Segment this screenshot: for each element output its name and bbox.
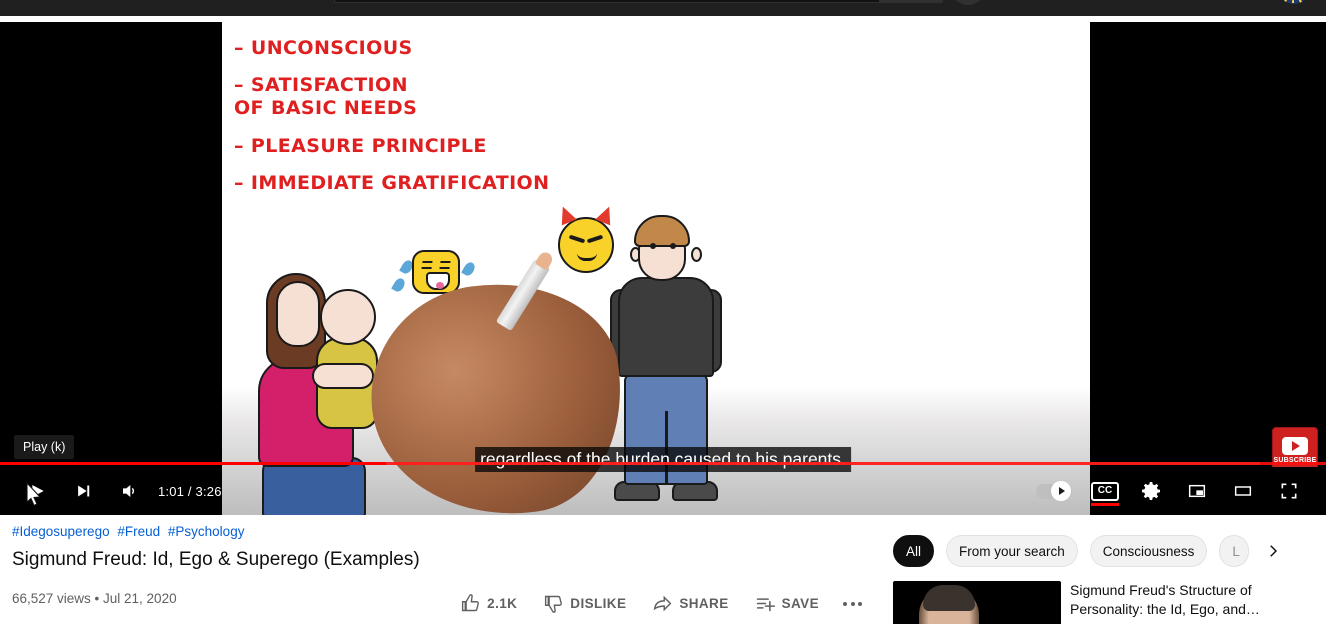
control-bar-left: Play (k) 1:01 / 3:26 <box>14 435 234 515</box>
voice-search-button[interactable] <box>951 0 986 5</box>
control-bar-right: CC <box>1036 467 1312 515</box>
time-display: 1:01 / 3:26 <box>158 483 222 499</box>
devil-emoji-icon <box>555 203 617 273</box>
miniplayer-button[interactable] <box>1174 467 1220 515</box>
masthead-center: ✕ <box>168 0 1152 5</box>
volume-icon <box>123 485 135 497</box>
search-button[interactable] <box>879 0 944 3</box>
thumbnail-portrait <box>919 585 979 624</box>
play-tooltip: Play (k) <box>14 435 75 459</box>
meta-row: 66,527 views • Jul 21, 2020 2.1K DISLIKE <box>12 581 872 622</box>
tear-drop-icon <box>391 276 407 294</box>
share-button[interactable]: SHARE <box>640 585 740 622</box>
masthead-right <box>1152 0 1326 4</box>
save-button[interactable]: SAVE <box>743 585 831 622</box>
settings-button[interactable] <box>1128 467 1174 515</box>
thumbs-up-icon <box>462 594 480 612</box>
cc-icon: CC <box>1091 481 1119 501</box>
share-label: SHARE <box>679 596 729 611</box>
play-icon <box>32 485 44 497</box>
progress-played <box>0 461 386 465</box>
tear-drop-icon <box>461 260 477 278</box>
theater-icon <box>1234 486 1252 496</box>
hashtag-link[interactable]: #Idegosuperego <box>12 524 110 539</box>
more-dots-icon <box>843 601 862 606</box>
video-player[interactable]: – UNCONSCIOUS – SATISFACTION OF BASIC NE… <box>0 22 1326 515</box>
gear-icon <box>1142 482 1160 500</box>
masthead: YouTube ✕ <box>0 0 1326 16</box>
save-label: SAVE <box>781 596 819 611</box>
related-thumbnail[interactable]: Id, Ego, & <box>893 581 1061 624</box>
below-player-area: #Idegosuperego #Freud #Psychology Sigmun… <box>0 515 1326 624</box>
chevron-right-icon <box>1270 545 1278 557</box>
chip-consciousness[interactable]: Consciousness <box>1089 535 1208 567</box>
avatar[interactable] <box>1278 0 1310 4</box>
next-video-button[interactable] <box>60 467 106 515</box>
miniplayer-icon <box>1188 484 1206 498</box>
save-to-playlist-icon <box>756 598 775 612</box>
more-actions-button[interactable] <box>833 594 872 614</box>
search-box[interactable]: ✕ <box>334 0 880 3</box>
autoplay-knob <box>1051 481 1071 501</box>
illustration-scene <box>222 22 1090 515</box>
filter-chips: All From your search Consciousness L <box>893 535 1313 567</box>
fullscreen-icon <box>1281 483 1297 499</box>
hashtag-link[interactable]: #Freud <box>117 524 160 539</box>
video-primary-info: #Idegosuperego #Freud #Psychology Sigmun… <box>12 523 872 622</box>
fullscreen-button[interactable] <box>1266 467 1312 515</box>
page-title: Sigmund Freud: Id, Ego & Superego (Examp… <box>12 549 420 570</box>
share-icon <box>654 595 672 612</box>
video-frame: – UNCONSCIOUS – SATISFACTION OF BASIC NE… <box>222 22 1090 515</box>
hashtags-row: #Idegosuperego #Freud #Psychology <box>12 523 872 541</box>
dislike-button[interactable]: DISLIKE <box>531 585 638 622</box>
related-videos-sidebar: All From your search Consciousness L Id,… <box>893 535 1313 624</box>
chip-from-your-search[interactable]: From your search <box>946 535 1078 567</box>
chip-clipped[interactable]: L <box>1219 535 1250 567</box>
volume-button[interactable] <box>106 467 152 515</box>
like-button[interactable]: 2.1K <box>448 585 529 622</box>
hashtag-link[interactable]: #Psychology <box>168 524 245 539</box>
watermark-play-icon <box>1282 436 1308 455</box>
thumbs-down-icon <box>545 595 563 613</box>
progress-bar[interactable] <box>0 460 1326 465</box>
dislike-label: DISLIKE <box>570 596 627 611</box>
cc-active-underline <box>1091 503 1119 506</box>
control-bar: Play (k) 1:01 / 3:26 CC <box>0 435 1326 515</box>
chip-all[interactable]: All <box>893 535 935 567</box>
list-item[interactable]: Id, Ego, & Sigmund Freud's Structure of … <box>893 581 1313 624</box>
like-count: 2.1K <box>487 596 518 611</box>
view-count-and-date: 66,527 views • Jul 21, 2020 <box>12 591 177 606</box>
subtitles-button[interactable]: CC <box>1082 467 1128 515</box>
theater-mode-button[interactable] <box>1220 467 1266 515</box>
cc-label: CC <box>1097 485 1113 496</box>
next-icon <box>78 485 90 497</box>
autoplay-toggle[interactable] <box>1036 481 1072 501</box>
play-pause-button[interactable]: Play (k) <box>14 435 75 515</box>
crying-emoji-icon <box>412 250 460 294</box>
action-buttons: 2.1K DISLIKE SHARE SAVE <box>448 581 872 622</box>
chips-next-button[interactable] <box>1261 539 1285 563</box>
youtube-watch-page: YouTube ✕ <box>0 0 1326 624</box>
related-video-title[interactable]: Sigmund Freud's Structure of Personality… <box>1070 581 1313 624</box>
search-wrapper: ✕ <box>334 0 944 3</box>
player-controls: Play (k) 1:01 / 3:26 CC <box>0 435 1326 515</box>
